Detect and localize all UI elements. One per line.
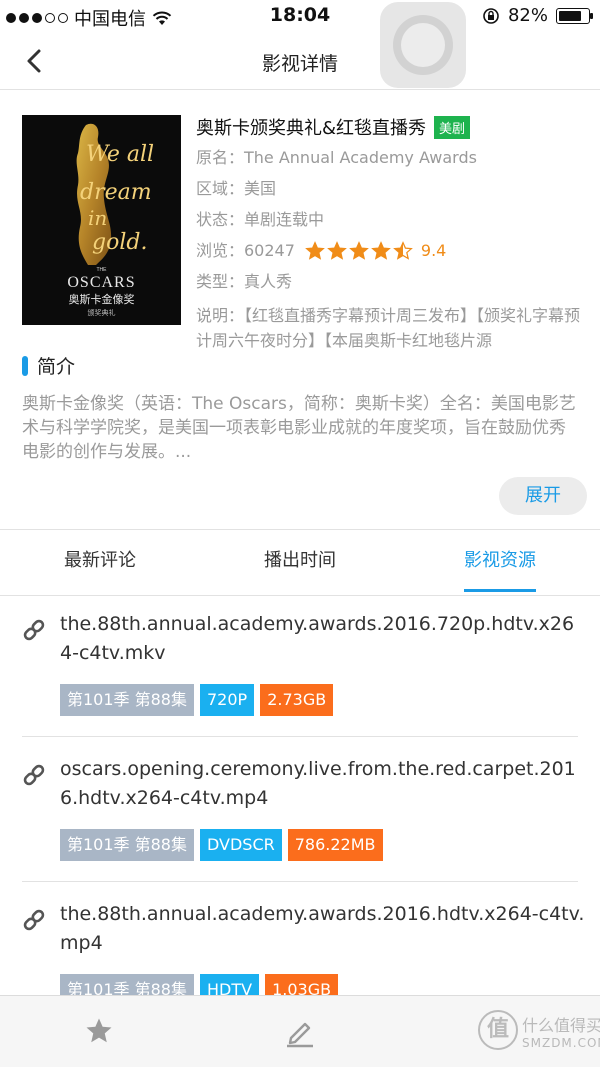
status-right: 82% — [482, 5, 593, 26]
link-icon — [23, 619, 45, 641]
intro-text: 奥斯卡金像奖（英语：The Oscars，简称：奥斯卡奖）全名：美国电影艺术与科… — [22, 394, 576, 462]
watermark: 值 什么值得买 SMZDM.COM — [478, 1006, 600, 1062]
category-tag: 美剧 — [434, 115, 471, 139]
poster-oscars: OSCARS — [67, 274, 135, 291]
poster-the: THE — [97, 267, 108, 273]
views-count: 浏览：60247 — [196, 241, 295, 260]
poster-cn-name: 奥斯卡金像奖 — [69, 292, 135, 306]
show-note: 说明：【红毯直播秀字幕预计周三发布】【颁奖礼字幕预计周六午夜时分】【本届奥斯卡红… — [196, 306, 581, 350]
oscar-poster-art: We all dream in gold. THE OSCARS 奥斯卡金像奖 … — [22, 115, 181, 325]
resource-filename[interactable]: the.88th.annual.academy.awards.2016.hdtv… — [60, 900, 585, 958]
quality-badge: DVDSCR — [200, 829, 282, 861]
battery-percent: 82% — [507, 5, 548, 26]
divider — [22, 881, 578, 882]
episode-badge: 第101季 第88集 — [60, 829, 194, 861]
poster-cn-sub: 颁奖典礼 — [88, 308, 116, 317]
resource-filename[interactable]: the.88th.annual.academy.awards.2016.720p… — [60, 610, 585, 668]
region: 区域：美国 — [196, 179, 277, 198]
title-row: 奥斯卡颁奖典礼&红毯直播秀 美剧 — [196, 112, 591, 142]
status: 状态：单剧连载中 — [196, 210, 325, 229]
resource-badges: 第101季 第88集 720P 2.73GB — [60, 684, 334, 716]
rating-stars — [305, 240, 413, 261]
resource-filename[interactable]: oscars.opening.ceremony.live.from.the.re… — [60, 755, 585, 813]
resource-badges: 第101季 第88集 DVDSCR 786.22MB — [60, 829, 383, 861]
resource-item[interactable]: oscars.opening.ceremony.live.from.the.re… — [0, 745, 600, 880]
intro-title: 简介 — [37, 356, 76, 378]
watermark-domain: SMZDM.COM — [522, 1036, 600, 1050]
poster-script-4: gold. — [92, 230, 147, 255]
tab-bar: 最新评论 播出时间 影视资源 — [0, 531, 600, 595]
rating-score: 9.4 — [420, 241, 447, 260]
watermark-logo: 值 — [478, 1010, 518, 1050]
genre: 类型：真人秀 — [196, 272, 293, 291]
edit-pen-icon[interactable] — [283, 1014, 317, 1048]
show-title: 奥斯卡颁奖典礼&红毯直播秀 — [196, 118, 427, 139]
episode-badge: 第101季 第88集 — [60, 684, 194, 716]
favorite-star-icon[interactable] — [84, 1016, 114, 1046]
divider — [0, 529, 600, 530]
poster-script-1: We all — [86, 142, 154, 167]
bottom-toolbar: 值 什么值得买 SMZDM.COM — [0, 995, 600, 1067]
show-info: 奥斯卡颁奖典礼&红毯直播秀 美剧 原名：The Annual Academy A… — [196, 112, 591, 353]
resource-item[interactable]: the.88th.annual.academy.awards.2016.hdtv… — [0, 890, 600, 1006]
section-marker — [22, 355, 28, 376]
intro-heading: 简介 — [22, 352, 75, 379]
tab-air-time[interactable]: 播出时间 — [200, 531, 400, 595]
page-title: 影视详情 — [261, 53, 338, 75]
star-icon — [393, 240, 413, 260]
size-badge: 2.73GB — [260, 684, 334, 716]
watermark-text: 什么值得买 — [522, 1016, 600, 1035]
divider — [22, 736, 578, 737]
rotation-lock-icon — [483, 7, 499, 24]
size-badge: 786.22MB — [287, 829, 383, 861]
poster-script-2: dream — [80, 180, 152, 205]
expand-button[interactable]: 展开 — [499, 477, 587, 515]
quality-badge: 720P — [200, 684, 255, 716]
original-name: 原名：The Annual Academy Awards — [196, 148, 477, 167]
poster-script-3: in — [88, 206, 107, 230]
views-rating-row: 浏览：60247 9.4 — [196, 235, 591, 266]
resource-item[interactable]: the.88th.annual.academy.awards.2016.720p… — [0, 600, 600, 735]
nav-bar: 影视详情 — [0, 34, 600, 90]
star-icon — [327, 240, 347, 260]
tab-resources[interactable]: 影视资源 — [400, 531, 600, 595]
battery-icon — [556, 7, 593, 24]
status-bar: 中国电信 18:04 82% — [0, 0, 600, 34]
show-poster: We all dream in gold. THE OSCARS 奥斯卡金像奖 … — [22, 115, 181, 325]
star-icon — [305, 240, 325, 260]
tab-latest-comments[interactable]: 最新评论 — [0, 531, 200, 595]
link-icon — [23, 764, 45, 786]
link-icon — [23, 909, 45, 931]
star-icon — [349, 240, 369, 260]
divider — [0, 595, 600, 596]
star-icon — [371, 240, 391, 260]
